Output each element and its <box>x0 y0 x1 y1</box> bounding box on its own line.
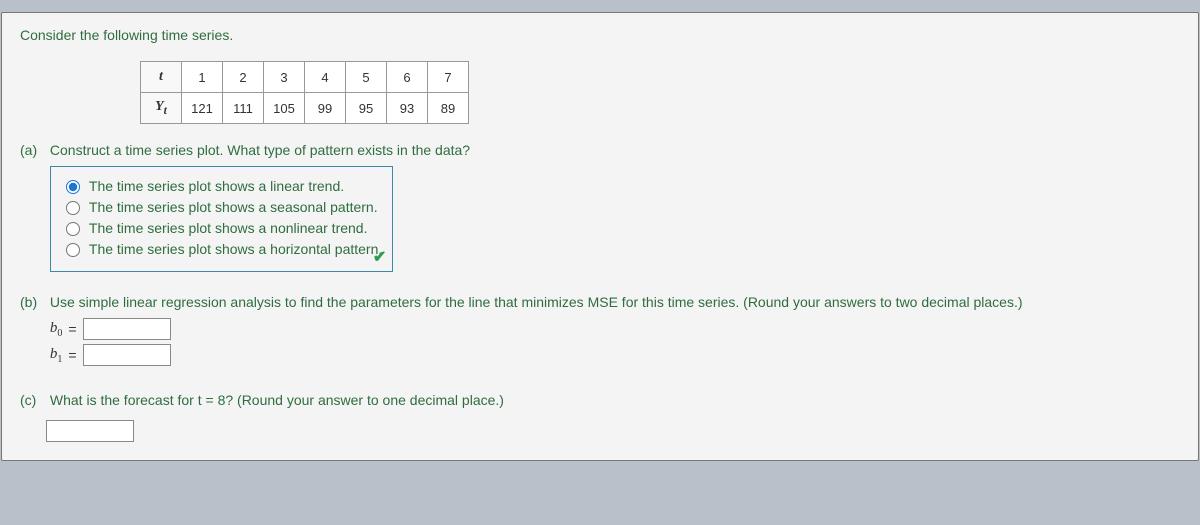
part-b-label: (b) <box>20 294 46 310</box>
options-box: The time series plot shows a linear tren… <box>50 166 393 272</box>
question-card: Consider the following time series. t 1 … <box>1 12 1199 461</box>
option-row-1[interactable]: The time series plot shows a seasonal pa… <box>61 198 382 215</box>
y-cell: 111 <box>223 93 264 124</box>
t-cell: 4 <box>305 62 346 93</box>
b0-symbol: b0 <box>50 320 63 339</box>
radio-option-1[interactable] <box>66 201 80 215</box>
option-row-3[interactable]: The time series plot shows a horizontal … <box>61 240 382 257</box>
data-table-wrap: t 1 2 3 4 5 6 7 Yt 121 111 105 99 95 93 … <box>140 61 1180 124</box>
t-cell: 3 <box>264 62 305 93</box>
option-label-1: The time series plot shows a seasonal pa… <box>89 199 378 215</box>
option-row-2[interactable]: The time series plot shows a nonlinear t… <box>61 219 382 236</box>
b0-line: b0 = <box>50 318 1150 340</box>
option-label-2: The time series plot shows a nonlinear t… <box>89 220 368 236</box>
option-label-0: The time series plot shows a linear tren… <box>89 178 344 194</box>
time-series-table: t 1 2 3 4 5 6 7 Yt 121 111 105 99 95 93 … <box>140 61 469 124</box>
t-cell: 1 <box>182 62 223 93</box>
part-c-input-wrap <box>46 420 1180 442</box>
radio-option-0[interactable] <box>66 180 80 194</box>
radio-option-2[interactable] <box>66 222 80 236</box>
y-cell: 99 <box>305 93 346 124</box>
part-c-label: (c) <box>20 392 46 408</box>
intro-text: Consider the following time series. <box>20 27 1180 43</box>
t-cell: 2 <box>223 62 264 93</box>
option-label-3: The time series plot shows a horizontal … <box>89 241 382 257</box>
b1-line: b1 = <box>50 344 1150 366</box>
part-b: (b) Use simple linear regression analysi… <box>20 294 1180 370</box>
row-header-y: Yt <box>141 93 182 124</box>
forecast-input[interactable] <box>46 420 134 442</box>
part-a: (a) Construct a time series plot. What t… <box>20 142 1180 272</box>
option-row-0[interactable]: The time series plot shows a linear tren… <box>61 177 382 194</box>
part-a-label: (a) <box>20 142 46 158</box>
row-header-t: t <box>141 62 182 93</box>
t-cell: 5 <box>346 62 387 93</box>
y-cell: 93 <box>387 93 428 124</box>
y-cell: 121 <box>182 93 223 124</box>
correct-check-icon: ✔ <box>373 247 386 267</box>
part-c-question: What is the forecast for t = 8? (Round y… <box>50 392 1150 408</box>
b1-symbol: b1 <box>50 346 63 365</box>
b0-input[interactable] <box>83 318 171 340</box>
t-cell: 6 <box>387 62 428 93</box>
y-cell: 95 <box>346 93 387 124</box>
part-b-question: Use simple linear regression analysis to… <box>50 294 1150 310</box>
part-c: (c) What is the forecast for t = 8? (Rou… <box>20 392 1180 414</box>
equals-sign: = <box>68 347 76 363</box>
part-a-question: Construct a time series plot. What type … <box>50 142 1150 158</box>
y-cell: 105 <box>264 93 305 124</box>
radio-option-3[interactable] <box>66 243 80 257</box>
t-cell: 7 <box>428 62 469 93</box>
b1-input[interactable] <box>83 344 171 366</box>
y-cell: 89 <box>428 93 469 124</box>
equals-sign: = <box>68 321 76 337</box>
